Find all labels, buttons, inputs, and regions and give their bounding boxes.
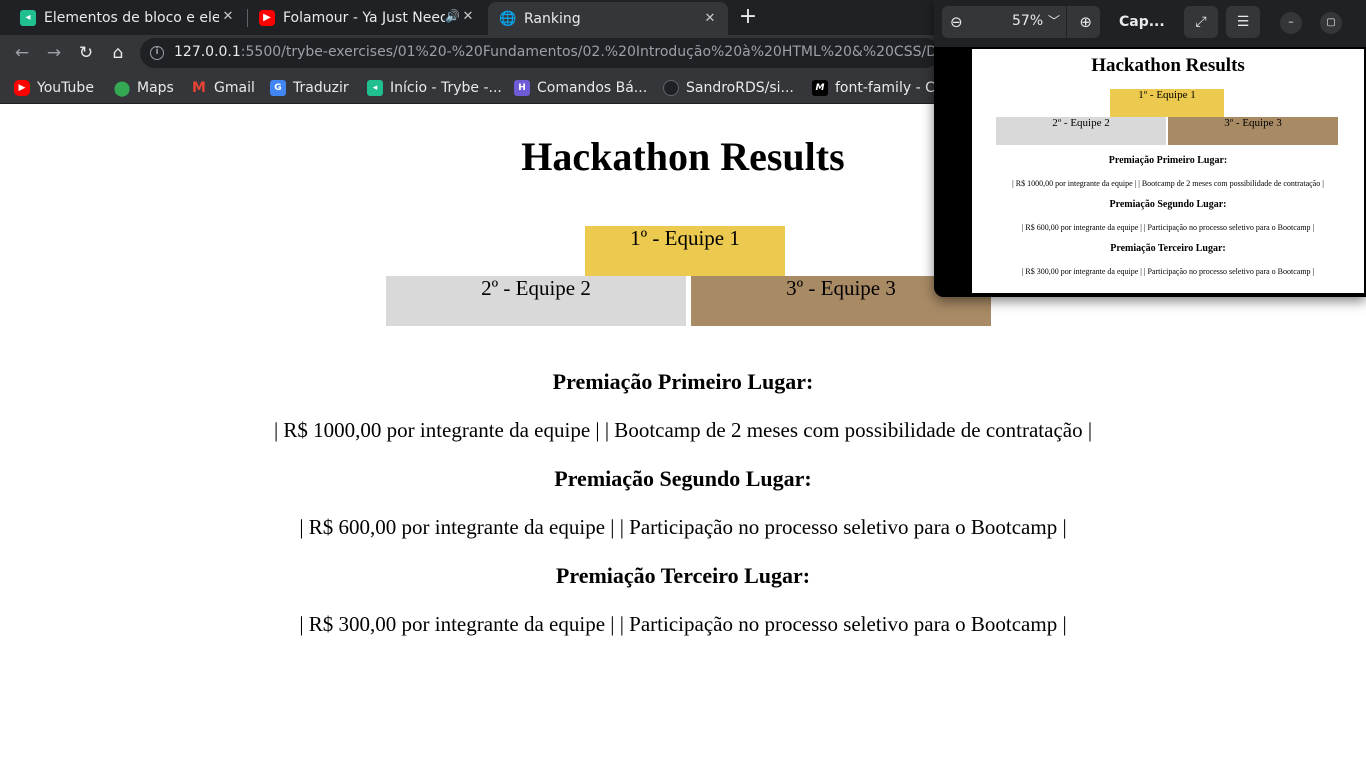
trybe-icon: ◂ xyxy=(367,80,383,96)
bookmark-gmail[interactable]: M Gmail xyxy=(191,78,255,98)
tab-title: Folamour - Ya Just Need Love xyxy=(283,9,445,26)
mdn-icon: M xyxy=(812,80,828,96)
preview-podium-third: 3º - Equipe 3 xyxy=(1168,117,1338,145)
bookmark-label: YouTube xyxy=(37,80,94,96)
close-icon[interactable]: ✕ xyxy=(702,11,718,27)
speaker-icon[interactable]: 🔊 xyxy=(445,9,460,23)
maps-pin-icon: ⬤ xyxy=(113,79,131,97)
address-bar[interactable]: i 127.0.0.1:5500/trybe-exercises/01%20-%… xyxy=(140,38,1034,68)
close-icon[interactable]: ✕ xyxy=(460,9,476,25)
bookmark-traduzir[interactable]: G Traduzir xyxy=(270,78,349,98)
prize-text-first: | R$ 1000,00 por integrante da equipe | … xyxy=(273,418,1093,442)
zoom-out-icon[interactable]: ⊖ xyxy=(950,13,963,31)
chevron-down-icon[interactable]: ﹀ xyxy=(1048,12,1060,29)
podium-first-place: 1º - Equipe 1 xyxy=(585,226,785,276)
hamburger-icon: ☰ xyxy=(1236,14,1250,30)
prize-text-second: | R$ 600,00 por integrante da equipe | |… xyxy=(299,515,1067,539)
podium-second-place: 2º - Equipe 2 xyxy=(386,276,686,326)
bookmark-trybe[interactable]: ◂ Início - Trybe -... xyxy=(367,78,502,98)
tab-elementos[interactable]: ◂ Elementos de bloco e elementos ✕ xyxy=(0,0,246,35)
github-icon xyxy=(663,80,679,96)
preview-canvas: Hackathon Results 1º - Equipe 1 2º - Equ… xyxy=(934,47,1366,297)
home-button[interactable]: ⌂ xyxy=(106,41,130,65)
screenshot-preview-window: ⊖ 57% ﹀ ⊕ Cap... ⤢ ☰ – ▢ Hackathon Resul… xyxy=(934,0,1366,297)
trybe-icon: ◂ xyxy=(20,9,36,26)
preview-prize-text-third: | R$ 300,00 por integrante da equipe | |… xyxy=(1021,267,1315,276)
info-icon[interactable]: i xyxy=(150,46,164,60)
capture-title[interactable]: Cap... xyxy=(1119,14,1165,30)
preview-prize-text-second: | R$ 600,00 por integrante da equipe | |… xyxy=(1021,223,1315,232)
forward-button[interactable]: → xyxy=(42,41,66,65)
expand-icon: ⤢ xyxy=(1195,14,1207,30)
tab-title: Elementos de bloco e elementos xyxy=(44,9,219,26)
bookmark-label: SandroRDS/si... xyxy=(686,80,794,96)
bookmark-label: Maps xyxy=(137,80,174,96)
bookmark-label: font-family - C... xyxy=(835,80,949,96)
zoom-level[interactable]: 57% xyxy=(1012,13,1043,29)
close-icon[interactable]: ✕ xyxy=(220,9,236,25)
preview-page-title: Hackathon Results xyxy=(1091,55,1245,76)
preview-prize-text-first: | R$ 1000,00 por integrante da equipe | … xyxy=(1012,179,1324,188)
bookmark-youtube[interactable]: ▶ YouTube xyxy=(14,78,94,98)
tab-folamour[interactable]: ▶ Folamour - Ya Just Need Love 🔊 ✕ xyxy=(239,0,486,35)
hashnode-icon: H xyxy=(514,80,530,96)
preview-page: Hackathon Results 1º - Equipe 1 2º - Equ… xyxy=(972,49,1364,293)
url-text[interactable]: 127.0.0.1:5500/trybe-exercises/01%20-%20… xyxy=(174,44,1034,60)
zoom-control: ⊖ 57% ﹀ ⊕ xyxy=(942,6,1100,38)
reload-button[interactable]: ↻ xyxy=(74,41,98,65)
preview-prize-heading-third: Premiação Terceiro Lugar: xyxy=(1110,243,1226,254)
back-button[interactable]: ← xyxy=(10,41,34,65)
new-tab-button[interactable]: + xyxy=(737,6,759,28)
bookmark-label: Início - Trybe -... xyxy=(390,80,502,96)
youtube-icon: ▶ xyxy=(14,80,30,96)
preview-podium-second: 2º - Equipe 2 xyxy=(996,117,1166,145)
youtube-icon: ▶ xyxy=(259,9,275,26)
preview-podium-first: 1º - Equipe 1 xyxy=(1110,89,1224,117)
bookmark-label: Comandos Bá... xyxy=(537,80,648,96)
prize-heading-first: Premiação Primeiro Lugar: xyxy=(552,369,814,394)
expand-button[interactable]: ⤢ xyxy=(1184,6,1218,38)
preview-prize-heading-first: Premiação Primeiro Lugar: xyxy=(1108,155,1228,166)
zoom-in-icon[interactable]: ⊕ xyxy=(1079,13,1092,31)
bookmark-github[interactable]: SandroRDS/si... xyxy=(663,78,794,98)
bookmark-mdn[interactable]: M font-family - C... xyxy=(812,78,948,98)
preview-prize-heading-second: Premiação Segundo Lugar: xyxy=(1109,199,1227,210)
gmail-icon: M xyxy=(192,80,206,96)
bookmark-maps[interactable]: ⬤ Maps xyxy=(114,78,174,98)
translate-icon: G xyxy=(270,80,286,96)
minimize-button[interactable]: – xyxy=(1280,12,1302,34)
maximize-button[interactable]: ▢ xyxy=(1320,12,1342,34)
prize-heading-second: Premiação Segundo Lugar: xyxy=(554,466,812,491)
bookmark-label: Traduzir xyxy=(293,80,349,96)
bookmark-comandos[interactable]: H Comandos Bá... xyxy=(514,78,647,98)
tab-ranking[interactable]: 🌐 Ranking ✕ xyxy=(488,2,728,35)
bookmark-label: Gmail xyxy=(214,80,255,96)
tab-title: Ranking xyxy=(524,10,581,27)
prize-heading-third: Premiação Terceiro Lugar: xyxy=(555,563,811,588)
prize-text-third: | R$ 300,00 por integrante da equipe | |… xyxy=(299,612,1067,636)
globe-icon: 🌐 xyxy=(499,10,517,27)
menu-button[interactable]: ☰ xyxy=(1226,6,1260,38)
